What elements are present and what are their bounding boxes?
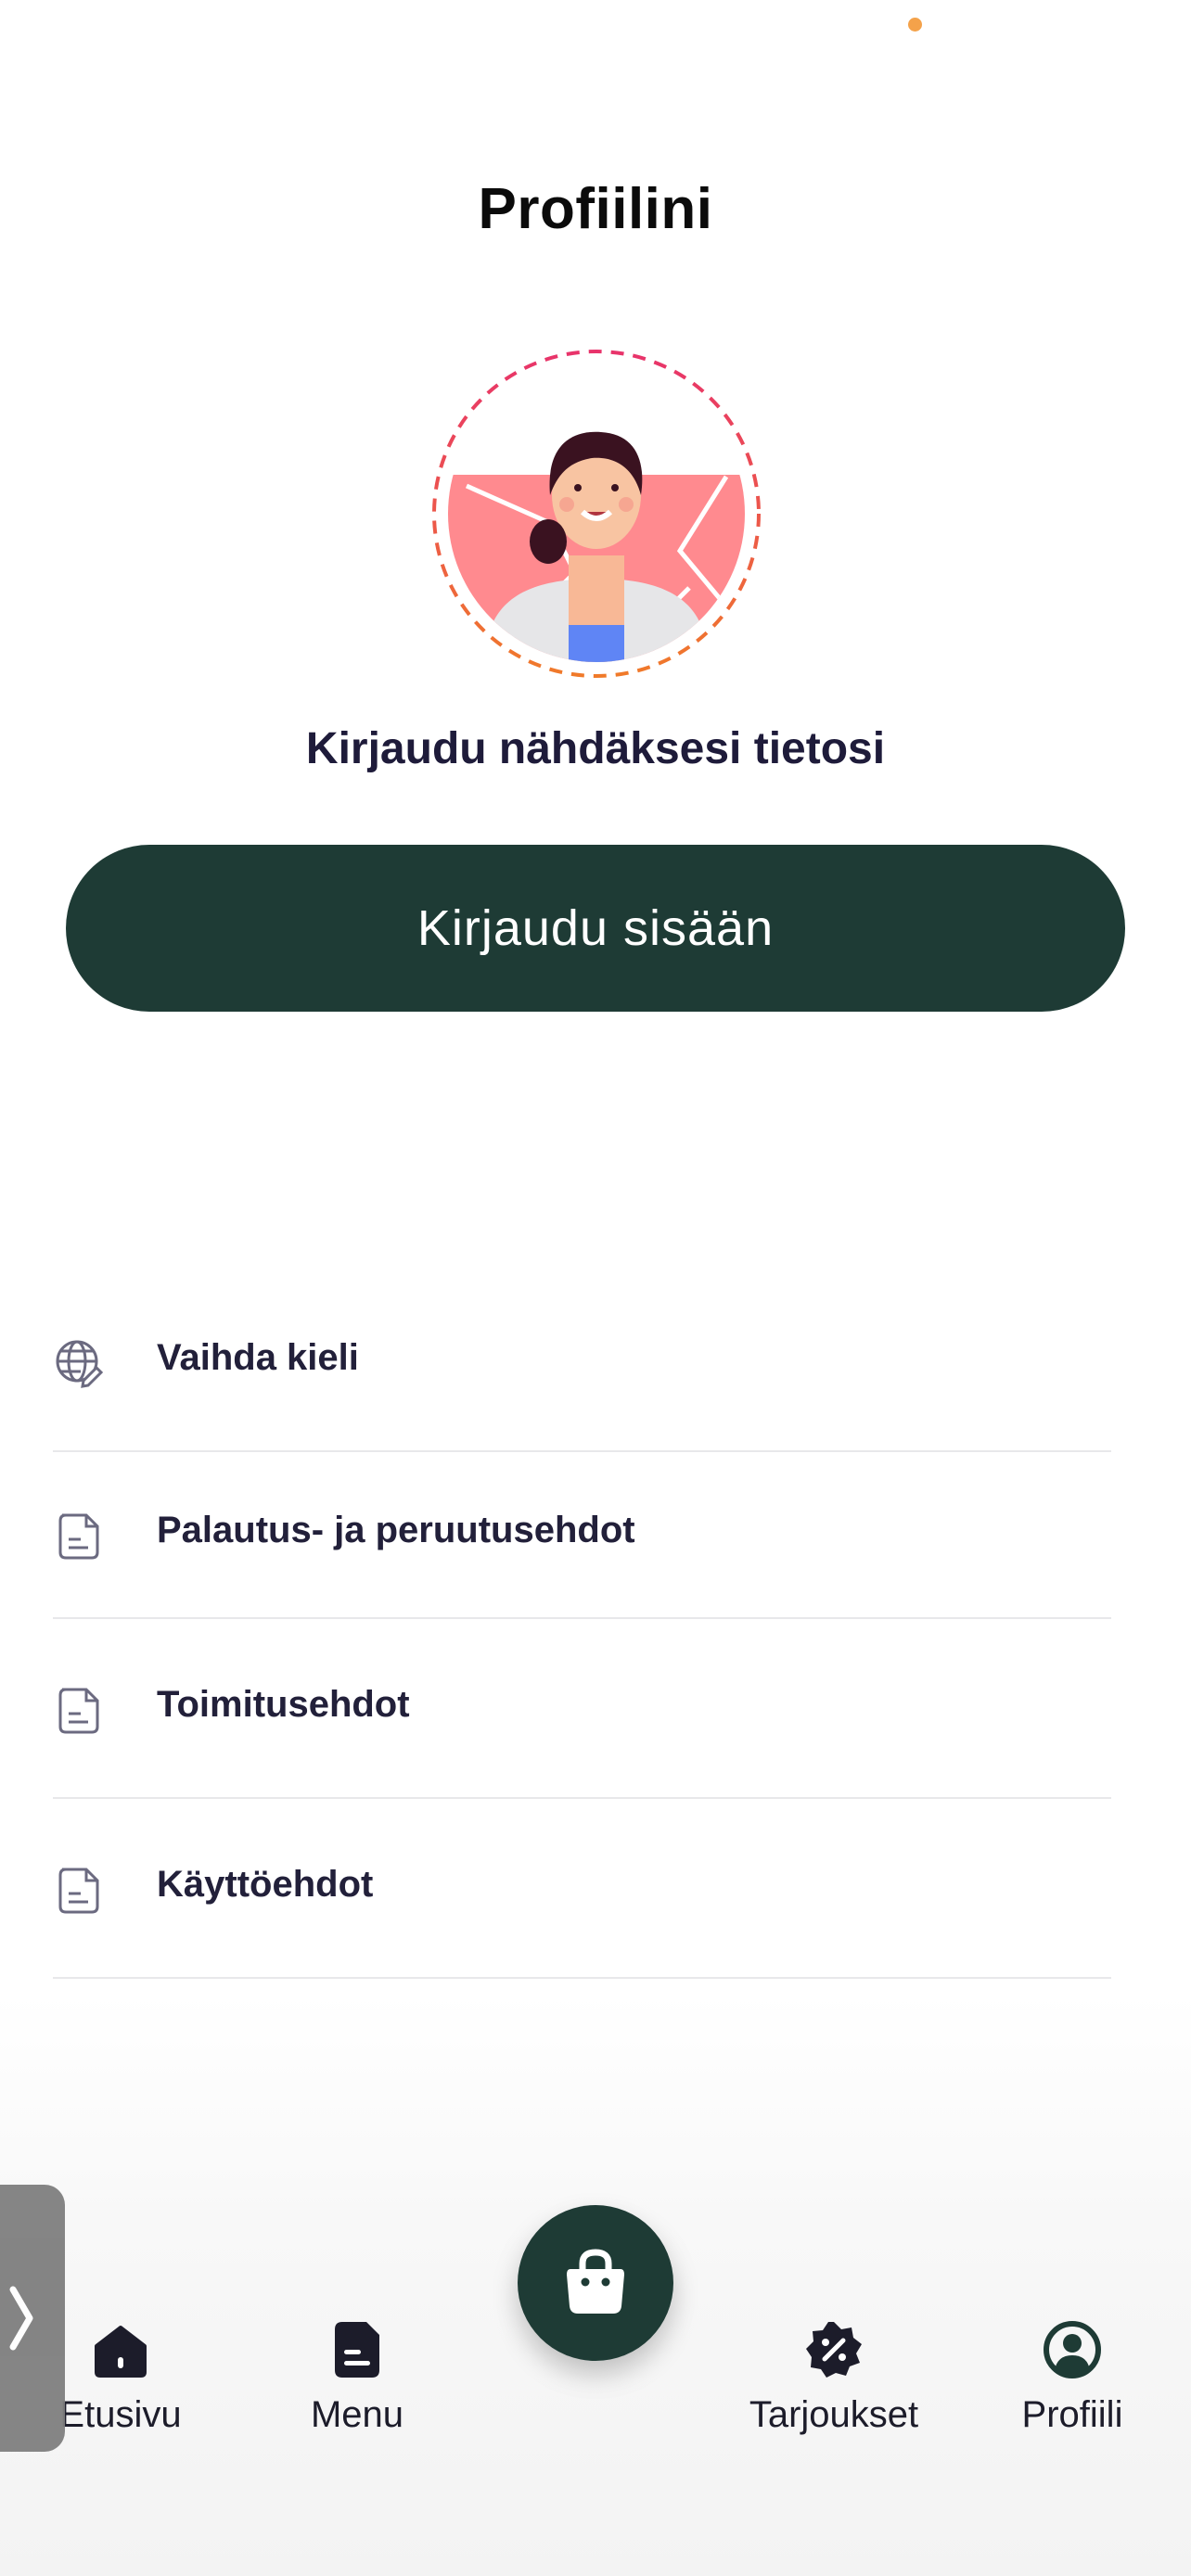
tab-label: Menu [310,2394,404,2435]
discount-badge-icon [806,2322,862,2378]
menu-item-label: Palautus- ja peruutusehdot [157,1510,635,1550]
profile-icon [1044,2321,1101,2378]
login-prompt-text: Kirjaudu nähdäksesi tietosi [305,724,886,773]
document-icon [53,1510,105,1562]
page-title: Profiilini [478,177,713,241]
tab-profile[interactable]: Profiili [961,2318,1184,2436]
document-icon [53,1864,105,1916]
globe-edit-icon [53,1337,105,1389]
login-button[interactable]: Kirjaudu sisään [66,845,1125,1012]
tab-label: Profiili [1021,2394,1123,2435]
tab-menu[interactable]: Menu [246,2318,468,2436]
cart-button[interactable] [518,2205,673,2361]
menu-item-delivery-terms[interactable]: Toimitusehdot [53,1619,1111,1799]
avatar [429,347,763,681]
tab-offers[interactable]: Tarjoukset [723,2318,945,2436]
side-drawer-handle[interactable] [0,2185,65,2452]
shopping-bag-icon [567,2249,624,2314]
tab-label: Tarjoukset [749,2394,919,2435]
menu-item-change-language[interactable]: Vaihda kieli [53,1270,1111,1452]
menu-item-label: Toimitusehdot [157,1684,410,1725]
menu-item-label: Vaihda kieli [157,1337,359,1378]
home-icon [95,2326,147,2378]
avatar-illustration [448,365,745,662]
status-indicator-dot [908,18,922,32]
menu-document-icon [335,2322,379,2378]
chevron-right-icon [9,2286,33,2351]
menu-item-terms-of-use[interactable]: Käyttöehdot [53,1799,1111,1979]
document-icon [53,1684,105,1736]
settings-menu-list: Vaihda kieli Palautus- ja peruutusehdot … [53,1270,1111,1979]
menu-item-label: Käyttöehdot [157,1864,374,1905]
menu-item-return-policy[interactable]: Palautus- ja peruutusehdot [53,1452,1111,1619]
